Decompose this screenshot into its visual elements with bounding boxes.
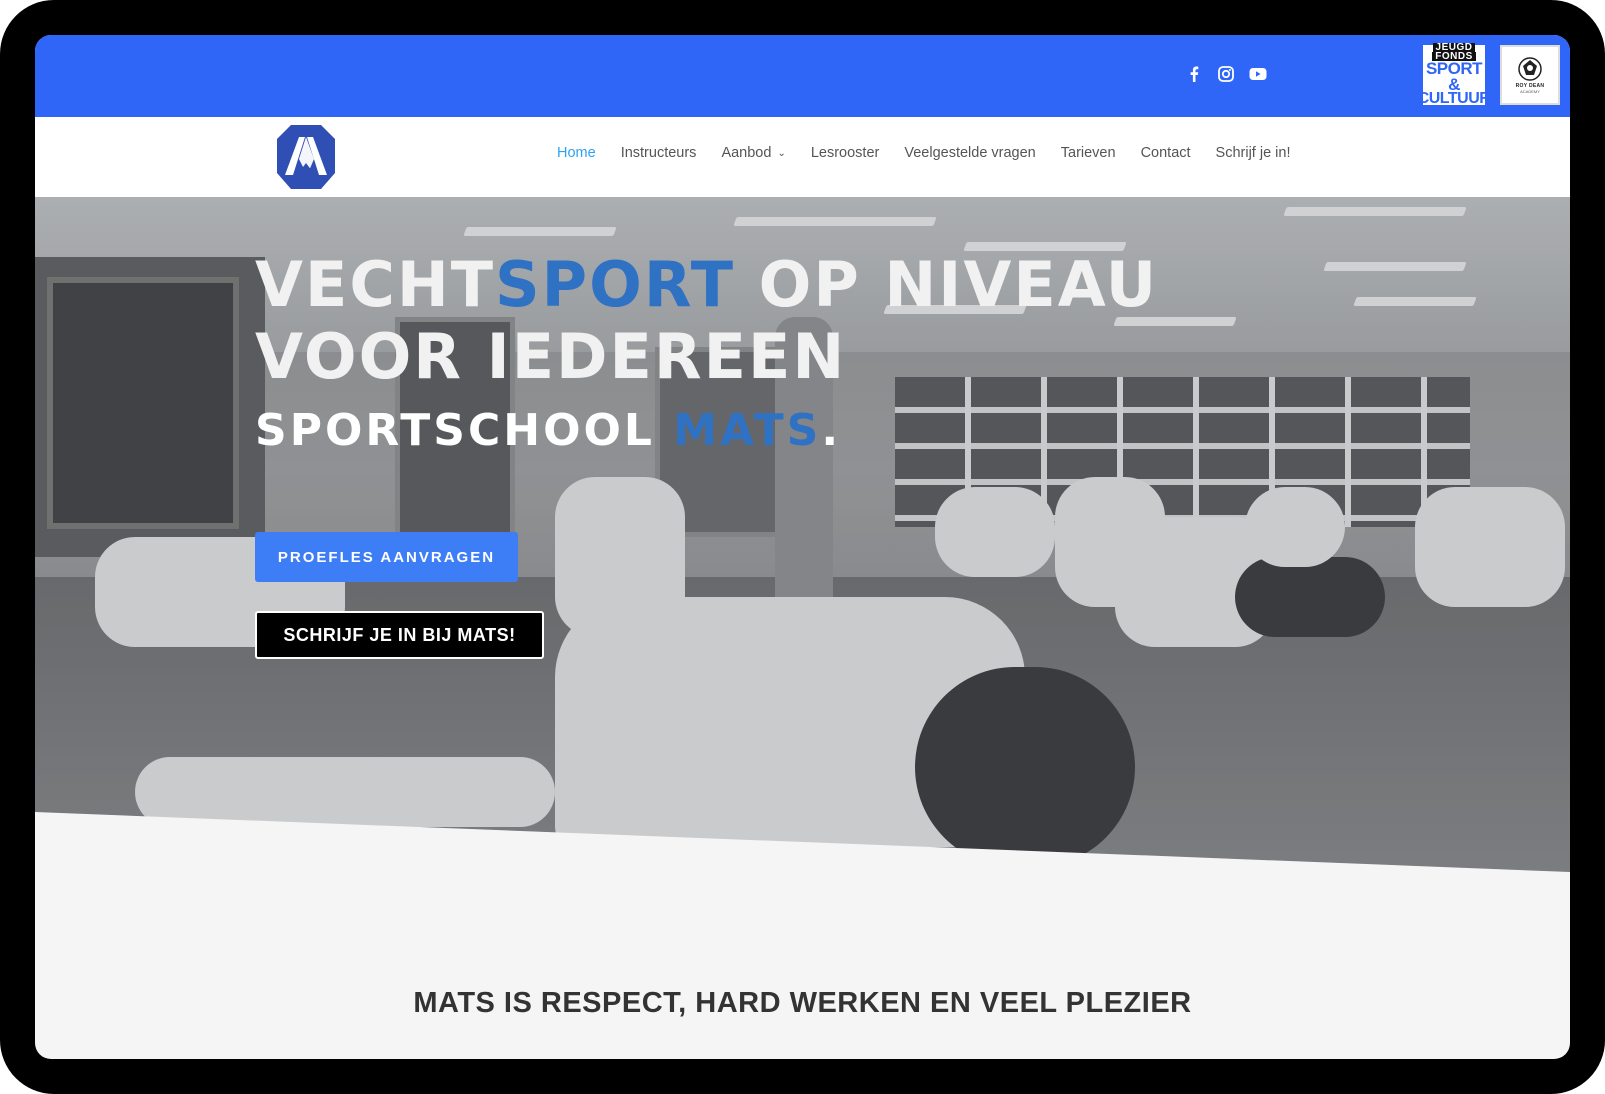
nav-item-home[interactable]: Home	[557, 145, 596, 161]
hero-title-part1: VECHT	[255, 248, 496, 321]
site-logo[interactable]	[275, 123, 337, 191]
social-links	[1185, 65, 1267, 83]
browser-viewport: JEUGD FONDS SPORT & CULTUUR ROY DEAN ACA…	[35, 35, 1570, 1059]
nav-item-instructeurs[interactable]: Instructeurs	[621, 145, 697, 161]
chevron-down-icon: ⌄	[777, 147, 786, 159]
nav-menu: Home Instructeurs Aanbod ⌄ Lesrooster Ve…	[557, 145, 1316, 161]
signup-button[interactable]: SCHRIJF JE IN BIJ MATS!	[255, 611, 544, 659]
hero-subtitle-accent: MATS	[673, 405, 822, 456]
jeugdfonds-logo[interactable]: JEUGD FONDS SPORT & CULTUUR	[1418, 42, 1491, 107]
hero-subtitle-part3: .	[821, 405, 842, 456]
academy-line2: ACADEMY	[1520, 88, 1540, 94]
device-frame: JEUGD FONDS SPORT & CULTUUR ROY DEAN ACA…	[0, 0, 1605, 1094]
mats-logo-icon	[277, 125, 335, 189]
nav-item-schrijf-je-in[interactable]: Schrijf je in!	[1216, 145, 1291, 161]
main-navigation: Home Instructeurs Aanbod ⌄ Lesrooster Ve…	[35, 117, 1570, 198]
nav-item-aanbod[interactable]: Aanbod ⌄	[721, 145, 785, 161]
academy-logo[interactable]: ROY DEAN ACADEMY	[1500, 45, 1560, 105]
nav-item-lesrooster[interactable]: Lesrooster	[811, 145, 880, 161]
hero-heading-block: VECHTSPORT OP NIVEAU VOOR IEDEREEN SPORT…	[255, 249, 1158, 457]
top-bar: JEUGD FONDS SPORT & CULTUUR ROY DEAN ACA…	[35, 35, 1570, 117]
hero-title-part3: OP NIVEAU	[735, 248, 1159, 321]
section-tagline: MATS IS RESPECT, HARD WERKEN EN VEEL PLE…	[413, 987, 1192, 1019]
facebook-icon[interactable]	[1185, 65, 1203, 83]
badge-line4: CULTUUR	[1417, 90, 1491, 108]
nav-item-aanbod-label: Aanbod	[721, 145, 772, 161]
hero-subtitle: SPORTSCHOOL MATS.	[255, 405, 1158, 456]
nav-item-veelgestelde-vragen[interactable]: Veelgestelde vragen	[904, 145, 1035, 161]
instagram-icon[interactable]	[1217, 65, 1235, 83]
academy-emblem-icon	[1518, 56, 1542, 81]
hero-title-accent: SPORT	[495, 248, 736, 321]
hero-title-line2: VOOR IEDEREEN	[255, 320, 847, 393]
hero-subtitle-part1: SPORTSCHOOL	[255, 405, 674, 456]
badge-line3: SPORT &	[1425, 59, 1483, 94]
youtube-icon[interactable]	[1249, 65, 1267, 83]
nav-item-contact[interactable]: Contact	[1141, 145, 1191, 161]
trial-lesson-button[interactable]: PROEFLES AANVRAGEN	[255, 532, 518, 582]
hero-title: VECHTSPORT OP NIVEAU VOOR IEDEREEN	[255, 249, 1158, 393]
hero-section: VECHTSPORT OP NIVEAU VOOR IEDEREEN SPORT…	[35, 197, 1570, 879]
nav-item-tarieven[interactable]: Tarieven	[1061, 145, 1116, 161]
